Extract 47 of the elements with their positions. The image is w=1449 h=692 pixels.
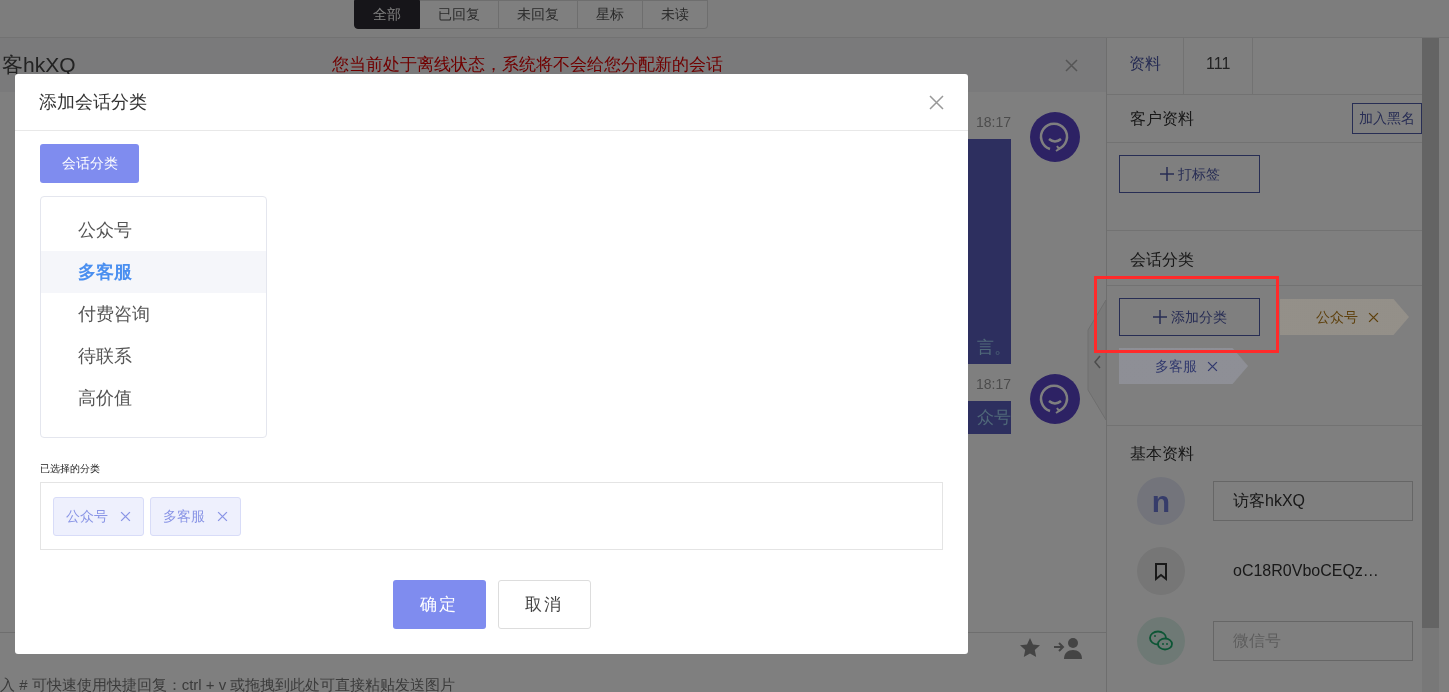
filter-tab[interactable]: 星标 <box>578 0 643 29</box>
category-option[interactable]: 多客服 <box>41 251 266 293</box>
remove-icon[interactable] <box>217 510 228 522</box>
openid-text: oC18R0VboCEQz… <box>1232 561 1379 581</box>
selected-tag: 多客服 <box>150 496 241 536</box>
avatar-letter: n <box>1137 477 1185 525</box>
section-title: 客户资料 <box>1130 108 1194 129</box>
selected-label: 已选择的分类 <box>40 462 101 476</box>
add-user-icon[interactable] <box>1054 636 1082 659</box>
star-icon[interactable] <box>1020 638 1040 657</box>
tag-button[interactable]: 打标签 <box>1119 155 1260 193</box>
avatar-icon <box>1030 112 1080 162</box>
section-title: 会话分类 <box>1130 250 1194 270</box>
remove-icon[interactable] <box>120 510 131 522</box>
section-title: 基本资料 <box>1130 445 1194 462</box>
offline-notice: 您当前处于离线状态，系统将不会给您分配新的会话 <box>332 54 724 77</box>
avatar-icon <box>1030 374 1080 424</box>
plus-icon <box>1152 310 1167 324</box>
panel-tab[interactable]: 111 <box>1184 38 1254 94</box>
close-icon[interactable] <box>929 94 944 110</box>
remove-icon[interactable] <box>1207 360 1218 372</box>
conversation-title: 客hkXQ <box>2 52 77 79</box>
filter-tab[interactable]: 全部 <box>354 0 420 29</box>
category-tab[interactable]: 会话分类 <box>40 144 139 183</box>
input-hint: 入 # 可快速使用快捷回复：ctrl + v 或拖拽到此处可直接粘贴发送图片 <box>0 675 457 692</box>
name-field[interactable]: 访客hkXQ <box>1213 481 1413 521</box>
plus-icon <box>1159 167 1174 181</box>
dialog-title: 添加会话分类 <box>39 90 147 114</box>
wechat-icon <box>1137 617 1185 665</box>
collapse-handle[interactable] <box>1084 300 1106 420</box>
category-option[interactable]: 待联系 <box>41 335 266 377</box>
blacklist-button[interactable]: 加入黑名 <box>1352 103 1422 134</box>
filter-tab[interactable]: 未回复 <box>499 0 578 29</box>
close-icon[interactable] <box>1065 58 1078 72</box>
scrollbar-thumb[interactable] <box>1422 38 1439 628</box>
category-tag: 公众号 <box>1280 299 1409 335</box>
category-option[interactable]: 高价值 <box>41 377 266 419</box>
cancel-button[interactable]: 取消 <box>497 580 591 629</box>
add-category-button[interactable]: 添加分类 <box>1119 298 1260 336</box>
bookmark-icon <box>1137 547 1185 595</box>
category-option[interactable]: 付费咨询 <box>41 293 266 335</box>
filter-tab[interactable]: 已回复 <box>420 0 499 29</box>
confirm-button[interactable]: 确定 <box>392 580 486 629</box>
selected-tag: 公众号 <box>53 496 144 536</box>
remove-icon[interactable] <box>1368 311 1379 323</box>
filter-tab[interactable]: 未读 <box>643 0 708 29</box>
category-option[interactable]: 公众号 <box>41 209 266 251</box>
